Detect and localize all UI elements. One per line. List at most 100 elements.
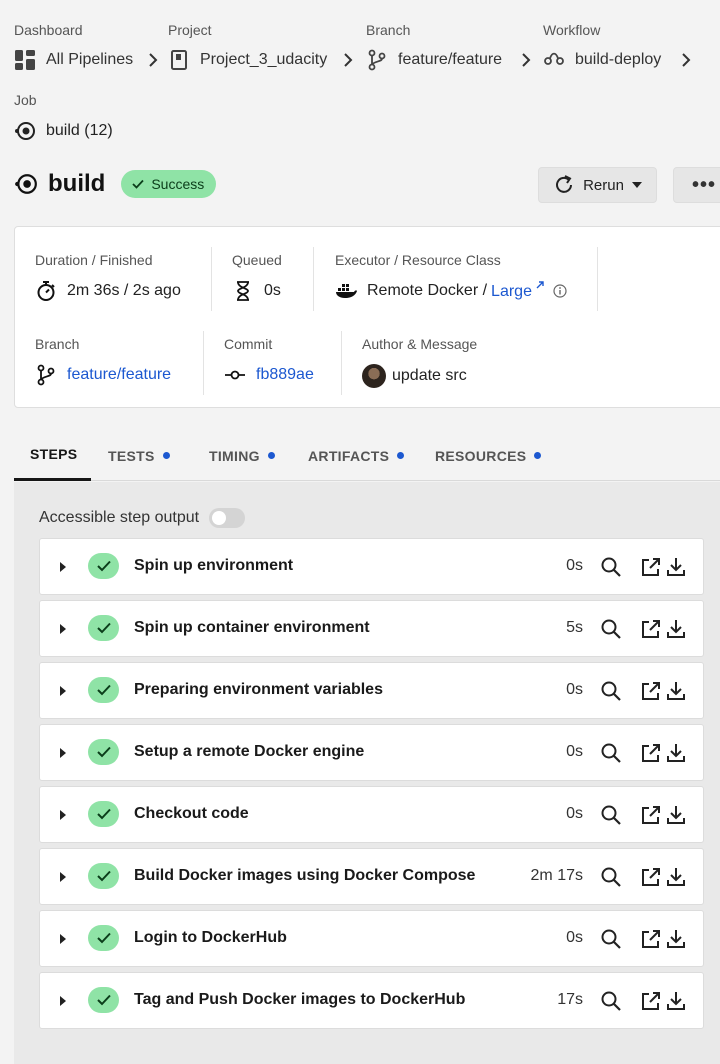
breadcrumb-link-project[interactable]: Project_3_udacity [168,49,327,71]
open-in-new-icon[interactable] [640,804,662,826]
more-icon: ••• [692,174,717,196]
expand-caret-icon[interactable] [60,934,66,944]
branch-label: Branch [35,336,80,352]
tab-steps[interactable]: STEPS [14,430,91,481]
download-icon[interactable] [665,866,687,888]
step-row[interactable]: Checkout code 0s [39,786,704,843]
executor-field: Executor / Resource Class Remote Docker … [335,252,567,301]
resource-class-link[interactable]: Large [491,280,545,301]
commit-icon [225,370,245,380]
docker-icon [336,283,357,298]
chevron-right-icon [682,53,691,67]
open-in-new-icon[interactable] [640,742,662,764]
download-icon[interactable] [665,556,687,578]
search-icon[interactable] [600,804,622,826]
expand-caret-icon[interactable] [60,872,66,882]
open-in-new-icon[interactable] [640,866,662,888]
resource-class-label: Large [491,283,532,300]
duration-value: 2m 36s / 2s ago [67,282,181,299]
breadcrumb-link-workflow[interactable]: build-deploy [543,49,661,71]
step-duration: 0s [566,681,583,698]
search-icon[interactable] [600,742,622,764]
author-field: Author & Message update src [362,336,477,388]
download-icon[interactable] [665,680,687,702]
expand-caret-icon[interactable] [60,686,66,696]
queued-label: Queued [232,252,282,268]
open-in-new-icon[interactable] [640,556,662,578]
tab-label: TESTS [108,447,155,464]
search-icon[interactable] [600,556,622,578]
breadcrumb-link-job[interactable]: build (12) [14,120,113,142]
avatar [362,364,386,388]
duration-label: Duration / Finished [35,252,153,268]
accessible-output-toggle[interactable] [209,508,246,528]
tab-label: STEPS [30,446,78,462]
tab-resources[interactable]: RESOURCES [435,430,542,481]
step-name: Login to DockerHub [134,929,287,946]
expand-caret-icon[interactable] [60,624,66,634]
tab-artifacts[interactable]: ARTIFACTS [308,430,405,481]
success-check-icon [88,925,119,951]
job-value: build (12) [46,122,113,139]
breadcrumb-link-all-pipelines[interactable]: All Pipelines [14,49,133,71]
search-icon[interactable] [600,928,622,950]
branch-link[interactable]: feature/feature [67,366,171,384]
page-title: build [48,170,106,197]
accessible-output-row: Accessible step output [39,508,246,528]
success-check-icon [88,801,119,827]
tab-timing[interactable]: TIMING [209,430,275,481]
step-row[interactable]: Preparing environment variables 0s [39,662,704,719]
commit-link[interactable]: fb889ae [256,366,314,384]
rerun-button[interactable]: Rerun [538,167,657,203]
download-icon[interactable] [665,928,687,950]
download-icon[interactable] [665,618,687,640]
job-summary-card: Duration / Finished 2m 36s / 2s ago Queu… [14,226,720,408]
download-icon[interactable] [665,742,687,764]
download-icon[interactable] [665,804,687,826]
tab-label: RESOURCES [435,447,527,464]
search-icon[interactable] [600,618,622,640]
more-actions-button[interactable]: ••• [673,167,720,203]
success-check-icon [88,615,119,641]
step-row[interactable]: Build Docker images using Docker Compose… [39,848,704,905]
tab-tests[interactable]: TESTS [108,430,170,481]
expand-caret-icon[interactable] [60,748,66,758]
search-icon[interactable] [600,866,622,888]
step-row[interactable]: Spin up container environment 5s [39,600,704,657]
branch-field: Branch feature/feature [35,336,171,386]
success-check-icon [88,677,119,703]
open-in-new-icon[interactable] [640,928,662,950]
breadcrumb-value: feature/feature [398,51,503,68]
step-row[interactable]: Tag and Push Docker images to DockerHub … [39,972,704,1029]
divider [341,331,342,395]
commit-label: Commit [224,336,273,352]
expand-caret-icon[interactable] [60,996,66,1006]
breadcrumb-value: All Pipelines [46,51,134,68]
commit-message: update src [392,367,467,384]
chevron-right-icon [522,53,531,67]
download-icon[interactable] [665,990,687,1012]
expand-caret-icon[interactable] [60,562,66,572]
indicator-dot [267,452,275,459]
expand-caret-icon[interactable] [60,810,66,820]
step-row[interactable]: Login to DockerHub 0s [39,910,704,967]
step-duration: 2m 17s [530,867,583,884]
success-check-icon [88,987,119,1013]
job-icon [15,122,35,140]
breadcrumb-value: Project_3_udacity [200,51,328,68]
open-in-new-icon[interactable] [640,680,662,702]
step-duration: 0s [566,743,583,760]
step-row[interactable]: Spin up environment 0s [39,538,704,595]
step-row[interactable]: Setup a remote Docker engine 0s [39,724,704,781]
stopwatch-icon [37,281,55,301]
project-icon [171,50,187,70]
open-in-new-icon[interactable] [640,990,662,1012]
open-in-new-icon[interactable] [640,618,662,640]
search-icon[interactable] [600,990,622,1012]
check-icon [132,179,144,189]
job-icon [15,174,37,194]
search-icon[interactable] [600,680,622,702]
commit-field: Commit fb889ae [224,336,314,386]
info-icon[interactable] [553,283,567,298]
breadcrumb-link-branch[interactable]: feature/feature [366,49,502,71]
